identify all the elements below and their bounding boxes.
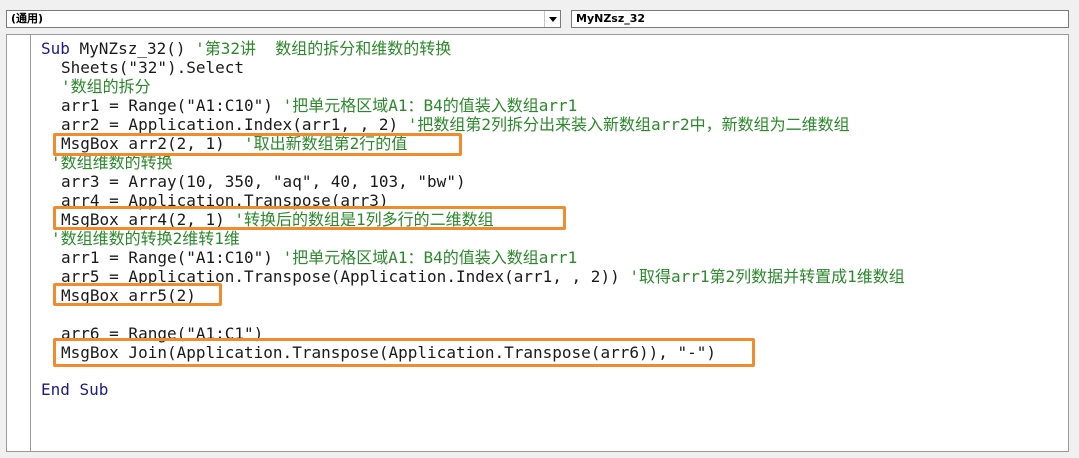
code-line[interactable]: arr1 = Range("A1:C10") '把单元格区域A1：B4的值装入数…	[61, 96, 577, 115]
code-text: arr3 = Array(10, 350, "aq", 40, 103, "bw…	[61, 172, 466, 191]
code-line[interactable]: Sub MyNZsz_32() '第32讲 数组的拆分和维数的转换	[41, 39, 451, 58]
code-text: arr1 = Range("A1:C10")	[61, 96, 283, 115]
code-line[interactable]: arr1 = Range("A1:C10") '把单元格区域A1：B4的值装入数…	[61, 248, 577, 267]
code-comment: '把单元格区域A1：B4的值装入数组arr1	[282, 96, 578, 115]
code-line[interactable]: '数组维数的转换2维转1维	[51, 229, 240, 248]
procedure-combo-value: (通用)	[11, 12, 44, 25]
code-comment: '数组的拆分	[61, 77, 151, 96]
code-line[interactable]: Sheets("32").Select	[61, 58, 244, 77]
highlight-box-msgbox-arr5	[53, 283, 222, 306]
highlight-box-msgbox-join	[53, 338, 755, 367]
procedure-combo[interactable]: (通用)	[6, 10, 561, 28]
code-keyword: End Sub	[41, 380, 109, 399]
highlight-box-msgbox-arr4	[53, 206, 566, 230]
member-combo[interactable]: MyNZsz_32	[571, 10, 1069, 28]
member-combo-value: MyNZsz_32	[576, 12, 646, 25]
editor-margin	[7, 35, 31, 451]
code-text: arr1 = Range("A1:C10")	[61, 248, 283, 267]
code-editor[interactable]: Sub MyNZsz_32() '第32讲 数组的拆分和维数的转换 Sheets(…	[6, 34, 1069, 452]
code-line[interactable]: End Sub	[41, 380, 108, 399]
code-text: Sheets("32").Select	[61, 58, 245, 77]
chevron-down-icon[interactable]	[544, 11, 560, 27]
code-comment: '数组维数的转换2维转1维	[51, 229, 240, 248]
highlight-box-msgbox-arr2	[53, 133, 462, 156]
code-comment: '把单元格区域A1：B4的值装入数组arr1	[282, 248, 578, 267]
code-text: arr2 = Application.Index(arr1, , 2)	[61, 115, 408, 134]
code-comment: '第32讲 数组的拆分和维数的转换	[195, 39, 452, 58]
code-line[interactable]: arr2 = Application.Index(arr1, , 2) '把数组…	[61, 115, 850, 134]
code-text: MyNZsz_32()	[79, 39, 196, 58]
code-comment: '取得arr1第2列数据并转置成1维数组	[629, 267, 905, 286]
code-comment: '把数组第2列拆分出来装入新数组arr2中，新数组为二维数组	[407, 115, 850, 134]
toolbar: (通用) MyNZsz_32	[0, 0, 1079, 34]
code-keyword: Sub	[41, 39, 80, 58]
code-line[interactable]: '数组的拆分	[61, 77, 151, 96]
code-line[interactable]: arr3 = Array(10, 350, "aq", 40, 103, "bw…	[61, 172, 466, 191]
